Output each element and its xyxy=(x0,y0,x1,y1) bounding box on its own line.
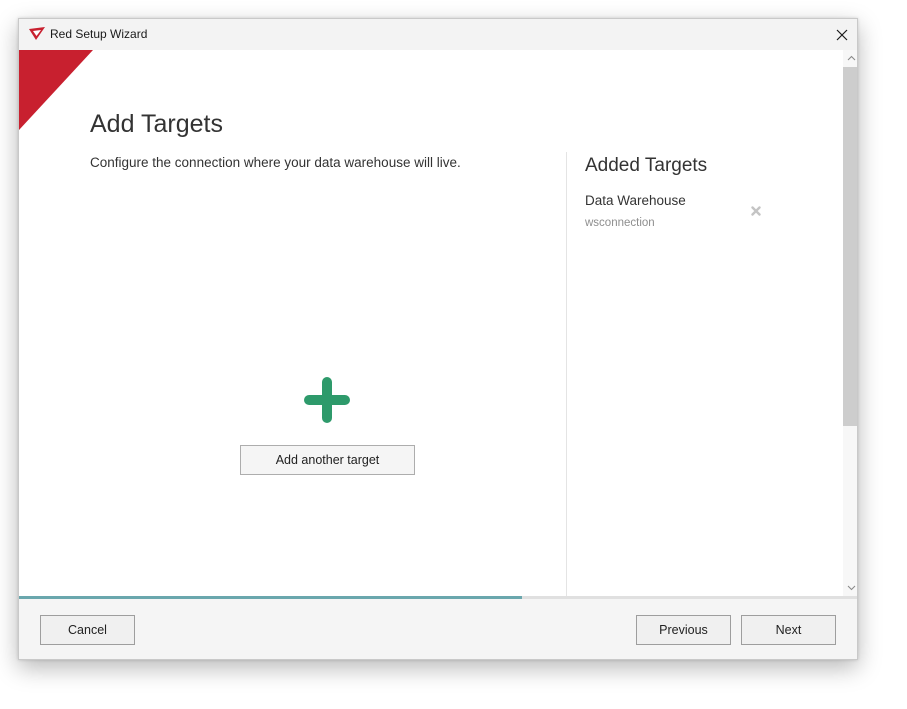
target-name: Data Warehouse xyxy=(585,193,686,208)
red-logo-icon xyxy=(29,27,45,40)
add-another-target-button[interactable]: Add another target xyxy=(240,445,415,475)
window-title: Red Setup Wizard xyxy=(50,27,148,41)
next-button[interactable]: Next xyxy=(741,615,836,645)
plus-icon[interactable] xyxy=(303,376,351,424)
vertical-scrollbar[interactable] xyxy=(843,50,857,596)
remove-x-icon xyxy=(751,206,761,216)
wizard-window: Red Setup Wizard Add Targets Configure t… xyxy=(18,18,858,660)
page-subtitle: Configure the connection where your data… xyxy=(90,155,461,170)
target-list-item[interactable]: Data Warehouse wsconnection xyxy=(585,193,775,237)
target-connection: wsconnection xyxy=(585,217,655,229)
close-button[interactable] xyxy=(827,19,857,50)
scrollbar-thumb[interactable] xyxy=(843,67,857,426)
cancel-button[interactable]: Cancel xyxy=(40,615,135,645)
column-divider xyxy=(566,152,567,596)
page-title: Add Targets xyxy=(90,110,223,138)
previous-button[interactable]: Previous xyxy=(636,615,731,645)
added-targets-title: Added Targets xyxy=(585,155,708,176)
remove-target-icon[interactable] xyxy=(749,204,763,218)
brand-corner-triangle xyxy=(19,50,93,130)
chevron-up-icon xyxy=(847,55,855,61)
scroll-down-button[interactable] xyxy=(843,580,857,596)
scroll-up-button[interactable] xyxy=(843,50,857,66)
wizard-content: Add Targets Configure the connection whe… xyxy=(19,50,843,596)
wizard-footer: Cancel Previous Next xyxy=(19,599,857,659)
title-bar: Red Setup Wizard xyxy=(19,19,857,50)
close-icon xyxy=(836,29,848,40)
chevron-down-icon xyxy=(847,585,855,591)
